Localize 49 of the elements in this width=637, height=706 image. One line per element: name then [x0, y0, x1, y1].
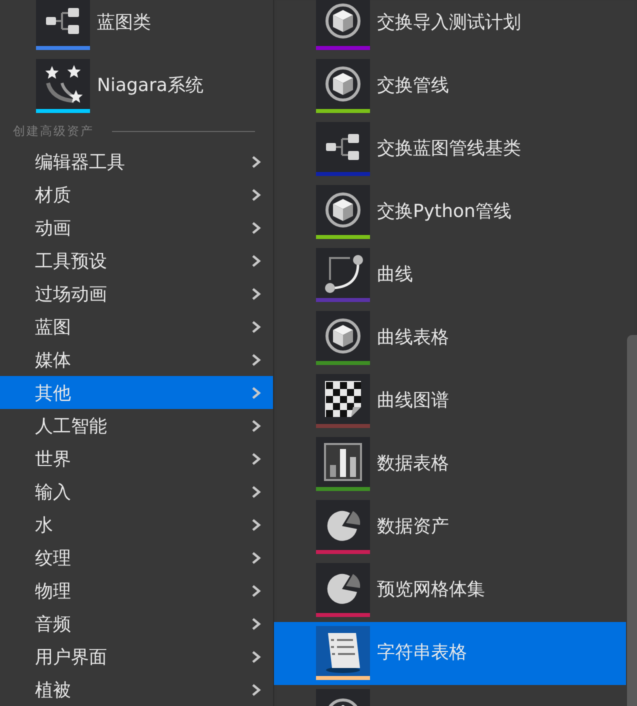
- category-item[interactable]: 水: [0, 508, 273, 541]
- menu-item[interactable]: 字符串表格: [274, 622, 626, 685]
- chevron-icon: [251, 616, 261, 630]
- chevron-icon: [251, 452, 261, 466]
- chevron-icon: [251, 220, 261, 234]
- menu-item[interactable]: 曲线图谱: [274, 370, 626, 433]
- category-item[interactable]: 编辑器工具: [0, 145, 273, 178]
- menu-item[interactable]: 数据表格: [274, 433, 626, 496]
- category-item[interactable]: 动画: [0, 211, 273, 244]
- category-item[interactable]: 纹理: [0, 541, 273, 574]
- chevron-icon: [251, 254, 261, 268]
- menu-item[interactable]: 数据资产: [274, 496, 626, 559]
- chevron-icon: [251, 484, 261, 498]
- category-item[interactable]: 其他: [0, 376, 273, 409]
- menu-item[interactable]: 交换管线: [274, 55, 626, 118]
- chevron-icon: [251, 352, 261, 366]
- menu-item[interactable]: 交换导入测试计划: [274, 0, 626, 55]
- chevron-icon: [251, 650, 261, 664]
- menu-item[interactable]: 预览网格体集: [274, 559, 626, 622]
- category-item[interactable]: 物理: [0, 574, 273, 607]
- menu-item[interactable]: 曲线: [274, 244, 626, 307]
- chevron-icon: [251, 518, 261, 532]
- category-item[interactable]: 蓝图: [0, 310, 273, 343]
- category-item[interactable]: 用户界面: [0, 640, 273, 673]
- chevron-icon: [251, 418, 261, 432]
- chevron-icon: [251, 550, 261, 564]
- menu-item[interactable]: 交换蓝图管线基类: [274, 118, 626, 181]
- menu-item[interactable]: Niagara系统: [0, 55, 273, 118]
- category-item[interactable]: 材质: [0, 178, 273, 211]
- category-item[interactable]: 音频: [0, 607, 273, 640]
- chevron-icon: [251, 320, 261, 334]
- chevron-icon: [251, 154, 261, 168]
- category-item[interactable]: 工具预设: [0, 244, 273, 277]
- chevron-icon: [251, 584, 261, 598]
- section-header: 创建高级资产: [13, 123, 94, 140]
- chevron-icon: [251, 682, 261, 696]
- menu-item[interactable]: 蓝图类: [0, 0, 273, 55]
- category-item[interactable]: 世界: [0, 442, 273, 475]
- chevron-icon: [251, 286, 261, 300]
- category-item[interactable]: 植被: [0, 673, 273, 706]
- chevron-icon: [251, 386, 261, 400]
- category-item[interactable]: 过场动画: [0, 277, 273, 310]
- scrollbar[interactable]: [627, 335, 637, 706]
- category-item[interactable]: 人工智能: [0, 409, 273, 442]
- category-item[interactable]: 输入: [0, 475, 273, 508]
- category-item[interactable]: 媒体: [0, 343, 273, 376]
- chevron-icon: [251, 188, 261, 202]
- menu-item[interactable]: 曲线表格: [274, 307, 626, 370]
- menu-item[interactable]: 交换Python管线: [274, 181, 626, 244]
